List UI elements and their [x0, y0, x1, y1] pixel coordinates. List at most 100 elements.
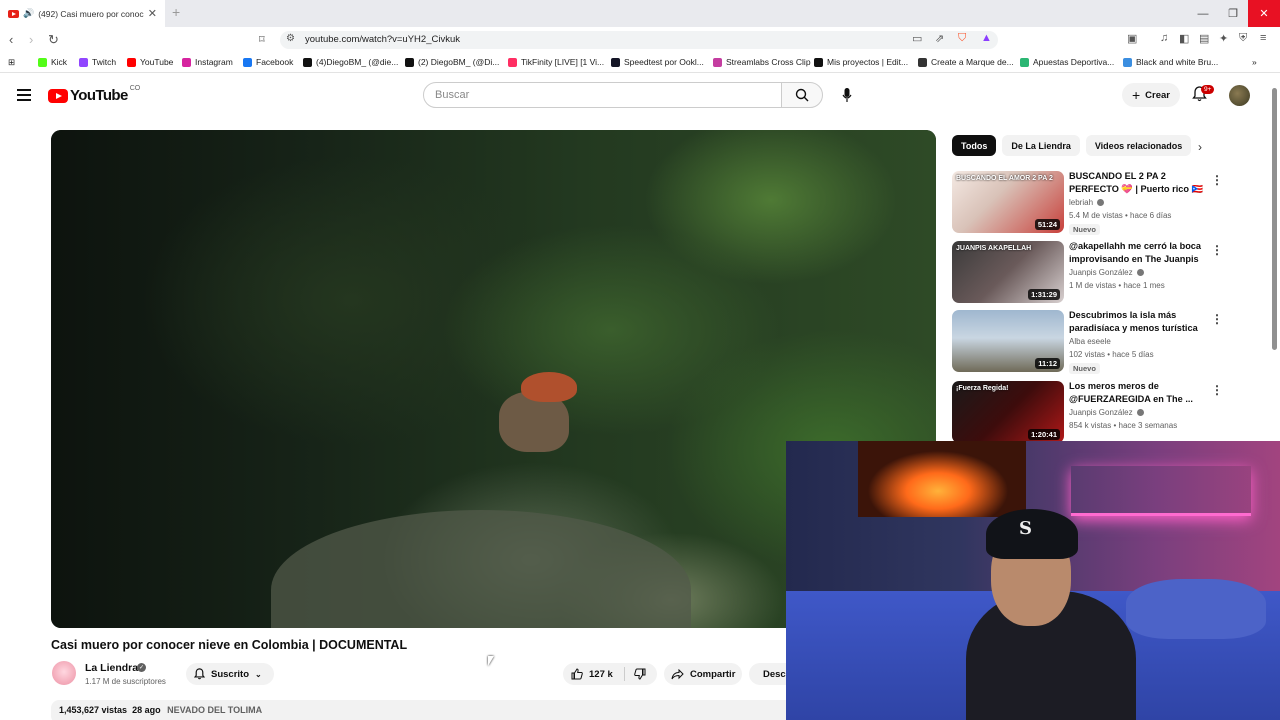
- video-tag[interactable]: NEVADO DEL TOLIMA: [167, 705, 262, 715]
- bookmark-item[interactable]: Apuestas Deportiva...: [1020, 57, 1114, 67]
- thumbs-up-icon: [571, 668, 583, 680]
- speaker-icon[interactable]: 🔊: [23, 8, 34, 19]
- subscriber-count: 1.17 M de suscriptores: [85, 677, 166, 686]
- brave-shield-icon[interactable]: ⛉: [958, 32, 966, 45]
- bookmark-item[interactable]: Black and white Bru...: [1123, 57, 1218, 67]
- minimize-window-icon[interactable]: —: [1188, 0, 1218, 27]
- url-text[interactable]: youtube.com/watch?v=uYH2_Civkuk: [305, 34, 460, 45]
- page-scrollbar[interactable]: [1272, 88, 1277, 350]
- recommendation-item[interactable]: ¡Fuerza Regida! 1:20:41 Los meros meros de…: [952, 380, 1223, 445]
- like-button[interactable]: 127 k: [563, 667, 625, 681]
- more-actions-icon[interactable]: ⋮: [1211, 312, 1223, 326]
- country-code: CO: [129, 85, 141, 92]
- recommendation-item[interactable]: JUANPIS AKAPELLAH 1:31:29 @akapellahh me c…: [952, 240, 1223, 305]
- share-arrow-icon: [671, 668, 684, 679]
- bookmark-favicon-icon: [1020, 57, 1029, 67]
- chip-all[interactable]: Todos: [952, 135, 997, 156]
- create-button[interactable]: + Crear: [1122, 83, 1180, 107]
- restore-window-icon[interactable]: ❐: [1218, 0, 1248, 27]
- voice-search-button[interactable]: [835, 83, 859, 107]
- recommendation-thumbnail[interactable]: BUSCANDO EL AMOR 2 PA 2 51:24: [952, 171, 1064, 233]
- recommendation-thumbnail[interactable]: 11:12: [952, 310, 1064, 372]
- bookmark-item[interactable]: Streamlabs Cross Clip: [713, 57, 811, 67]
- media-icon[interactable]: ♫: [1160, 32, 1168, 44]
- reading-list-icon[interactable]: ◧: [1179, 32, 1189, 45]
- more-bookmarks-icon[interactable]: »: [1252, 57, 1257, 67]
- sidebar-panel-icon[interactable]: ▣: [1127, 32, 1137, 45]
- bookmark-label: Mis proyectos | Edit...: [827, 57, 909, 67]
- account-avatar[interactable]: [1229, 85, 1250, 106]
- bookmark-icon[interactable]: ⌑: [259, 33, 265, 46]
- bookmark-favicon-icon: [127, 57, 136, 67]
- menu-icon[interactable]: ≡: [1260, 32, 1266, 44]
- guide-menu-icon[interactable]: [17, 89, 31, 104]
- recommendation-channel[interactable]: Juanpis González: [1069, 268, 1144, 277]
- bookmark-item[interactable]: (2) DiegoBM_ (@Di...: [405, 57, 499, 67]
- bookmark-item[interactable]: Mis proyectos | Edit...: [814, 57, 908, 67]
- vpn-icon[interactable]: ⛨: [1239, 32, 1247, 45]
- recommendation-thumbnail[interactable]: JUANPIS AKAPELLAH 1:31:29: [952, 241, 1064, 303]
- duration-badge: 51:24: [1034, 219, 1060, 230]
- more-actions-icon[interactable]: ⋮: [1211, 243, 1223, 257]
- back-icon[interactable]: ‹: [9, 32, 13, 47]
- bookmark-item[interactable]: TikFinity [LIVE] [1 Vi...: [508, 57, 604, 67]
- recommendation-title[interactable]: Descubrimos la isla más paradisíaca y me…: [1069, 309, 1207, 335]
- chip-related[interactable]: Videos relacionados: [1085, 135, 1192, 156]
- bookmark-favicon-icon: [182, 57, 191, 67]
- leo-ai-icon[interactable]: ✦: [1219, 32, 1228, 45]
- verified-check-icon: ✓: [137, 663, 146, 672]
- recommendation-title[interactable]: Los meros meros de @FUERZAREGIDA en The …: [1069, 380, 1207, 406]
- close-tab-icon[interactable]: ✕: [148, 7, 157, 20]
- close-window-icon[interactable]: ✕: [1248, 0, 1280, 27]
- cast-icon[interactable]: ▭: [912, 32, 922, 45]
- channel-name[interactable]: La Liendra: [85, 662, 138, 674]
- more-actions-icon[interactable]: ⋮: [1211, 383, 1223, 397]
- bookmark-favicon-icon: [611, 57, 620, 67]
- site-info-icon[interactable]: ⚙: [286, 33, 295, 44]
- recommendation-title[interactable]: @akapellahh me cerró la boca improvisand…: [1069, 240, 1207, 266]
- recommendation-meta: 1 M de vistas • hace 1 mes: [1069, 281, 1165, 290]
- recommendation-item[interactable]: 11:12 Descubrimos la isla más paradisíaca…: [952, 309, 1223, 374]
- reload-icon[interactable]: ↻: [48, 32, 59, 48]
- search-input[interactable]: Buscar: [423, 82, 782, 108]
- bookmark-item[interactable]: Facebook: [243, 57, 293, 67]
- share-page-icon[interactable]: ⇗: [935, 32, 944, 45]
- chip-from-channel[interactable]: De La Liendra: [1002, 135, 1080, 156]
- recommendation-title[interactable]: BUSCANDO EL 2 PA 2 PERFECTO 💝 | Puerto r…: [1069, 170, 1207, 196]
- new-badge: Nuevo: [1069, 363, 1100, 374]
- duration-badge: 11:12: [1035, 358, 1060, 369]
- wallet-icon[interactable]: ▤: [1199, 32, 1209, 45]
- recommendation-channel[interactable]: lebriah: [1069, 198, 1105, 207]
- recommendation-meta: 854 k vistas • hace 3 semanas: [1069, 421, 1178, 430]
- dislike-button[interactable]: [625, 668, 646, 680]
- bookmark-label: Twitch: [92, 57, 117, 67]
- bookmark-item[interactable]: Twitch: [79, 57, 116, 67]
- more-actions-icon[interactable]: ⋮: [1211, 173, 1223, 187]
- bookmark-item[interactable]: (4)DiegoBM_ (@die...: [303, 57, 398, 67]
- filter-chips: Todos De La Liendra Videos relacionados: [952, 135, 1197, 156]
- recommendation-channel[interactable]: Alba eseele: [1069, 337, 1111, 346]
- webcam-fireplace-screen: [858, 441, 1026, 517]
- bookmark-item[interactable]: Create a Marque de...: [918, 57, 1014, 67]
- forward-icon[interactable]: ›: [29, 32, 33, 47]
- bookmark-item[interactable]: YouTube: [127, 57, 173, 67]
- search-button[interactable]: [781, 82, 823, 108]
- video-title: Casi muero por conocer nieve en Colombia…: [51, 638, 408, 652]
- recommendation-channel[interactable]: Juanpis González: [1069, 408, 1144, 417]
- browser-tab-youtube[interactable]: 🔊 (492) Casi muero por conocer nieve en …: [0, 0, 165, 27]
- bookmark-item[interactable]: Kick: [38, 57, 67, 67]
- rewards-icon[interactable]: ▲: [981, 32, 992, 44]
- webcam-pillow: [1126, 579, 1266, 639]
- new-tab-icon[interactable]: +: [172, 4, 180, 20]
- bookmark-favicon-icon: [38, 57, 47, 67]
- bookmark-item[interactable]: Instagram: [182, 57, 233, 67]
- chevron-right-icon[interactable]: ›: [1198, 140, 1202, 154]
- share-button[interactable]: Compartir: [664, 663, 742, 685]
- youtube-logo[interactable]: YouTube CO: [48, 85, 141, 104]
- apps-grid-icon[interactable]: ⊞: [8, 57, 15, 68]
- recommendation-thumbnail[interactable]: ¡Fuerza Regida! 1:20:41: [952, 381, 1064, 443]
- bookmark-item[interactable]: Speedtest por Ookl...: [611, 57, 704, 67]
- channel-avatar[interactable]: [52, 661, 76, 685]
- recommendation-item[interactable]: BUSCANDO EL AMOR 2 PA 2 51:24 BUSCANDO EL …: [952, 170, 1223, 235]
- subscribed-button[interactable]: Suscrito ⌄: [186, 663, 274, 685]
